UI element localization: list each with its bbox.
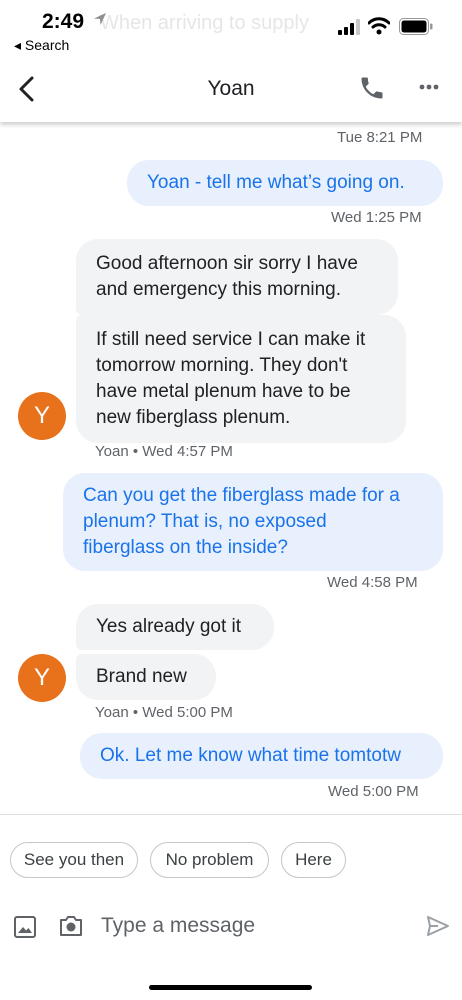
message-line: fiberglass on the inside? [83,537,288,558]
conversation-header: Yoan [0,60,462,122]
message-meta: Yoan • Wed 4:57 PM [95,443,233,460]
compose-divider [0,814,462,815]
ghost-notification-text: When arriving to supply [100,12,309,34]
outgoing-message-bubble[interactable]: Yoan - tell me what’s going on. [127,160,443,206]
home-indicator[interactable] [149,985,312,990]
location-arrow-icon [94,13,106,25]
contact-name-title[interactable]: Yoan [0,77,462,101]
message-line: and emergency this morning. [96,279,342,300]
suggestion-chip[interactable]: See you then [10,842,138,878]
send-icon[interactable] [425,913,451,939]
outgoing-message-bubble[interactable]: Ok. Let me know what time tomtotw [80,733,443,779]
message-line: Good afternoon sir sorry I have [96,253,358,274]
incoming-message-bubble[interactable]: Good afternoon sir sorry I have and emer… [76,239,398,315]
message-input[interactable]: Type a message [101,914,255,938]
timestamp: Tue 8:21 PM [337,129,423,146]
message-text: Brand new [96,666,187,687]
message-text: Yes already got it [96,616,242,637]
incoming-message-bubble[interactable]: If still need service I can make it tomo… [76,315,406,443]
message-line: new fiberglass plenum. [96,407,291,428]
message-line: If still need service I can make it [96,329,366,350]
message-line: Can you get the fiberglass made for a [83,485,400,506]
message-line: tomorrow morning. They don't [96,355,348,376]
phone-icon[interactable] [358,74,386,102]
status-bar: When arriving to supply 2:49 ◂ Search [0,0,462,60]
timestamp: Wed 1:25 PM [331,209,422,226]
message-text: Yoan - tell me what’s going on. [147,172,405,193]
camera-icon[interactable] [58,913,84,939]
message-line: plenum? That is, no exposed [83,511,327,532]
incoming-message-bubble[interactable]: Brand new [76,654,216,700]
more-horiz-icon[interactable] [418,76,440,98]
message-line: have metal plenum have to be [96,381,351,402]
back-to-search-link[interactable]: ◂ Search [14,37,69,54]
cellular-signal-icon [338,19,360,35]
status-time: 2:49 [42,10,85,33]
wifi-icon [368,17,390,35]
timestamp: Wed 5:00 PM [328,783,419,800]
contact-avatar[interactable]: Y [18,392,66,440]
battery-icon [399,18,433,35]
incoming-message-bubble[interactable]: Yes already got it [76,604,274,650]
message-text: Ok. Let me know what time tomtotw [100,745,401,766]
message-meta: Yoan • Wed 5:00 PM [95,704,233,721]
contact-avatar[interactable]: Y [18,654,66,702]
outgoing-message-bubble[interactable]: Can you get the fiberglass made for a pl… [63,473,443,571]
suggestion-chip[interactable]: No problem [150,842,269,878]
image-icon[interactable] [13,915,37,939]
timestamp: Wed 4:58 PM [327,574,418,591]
suggestion-chip[interactable]: Here [281,842,346,878]
